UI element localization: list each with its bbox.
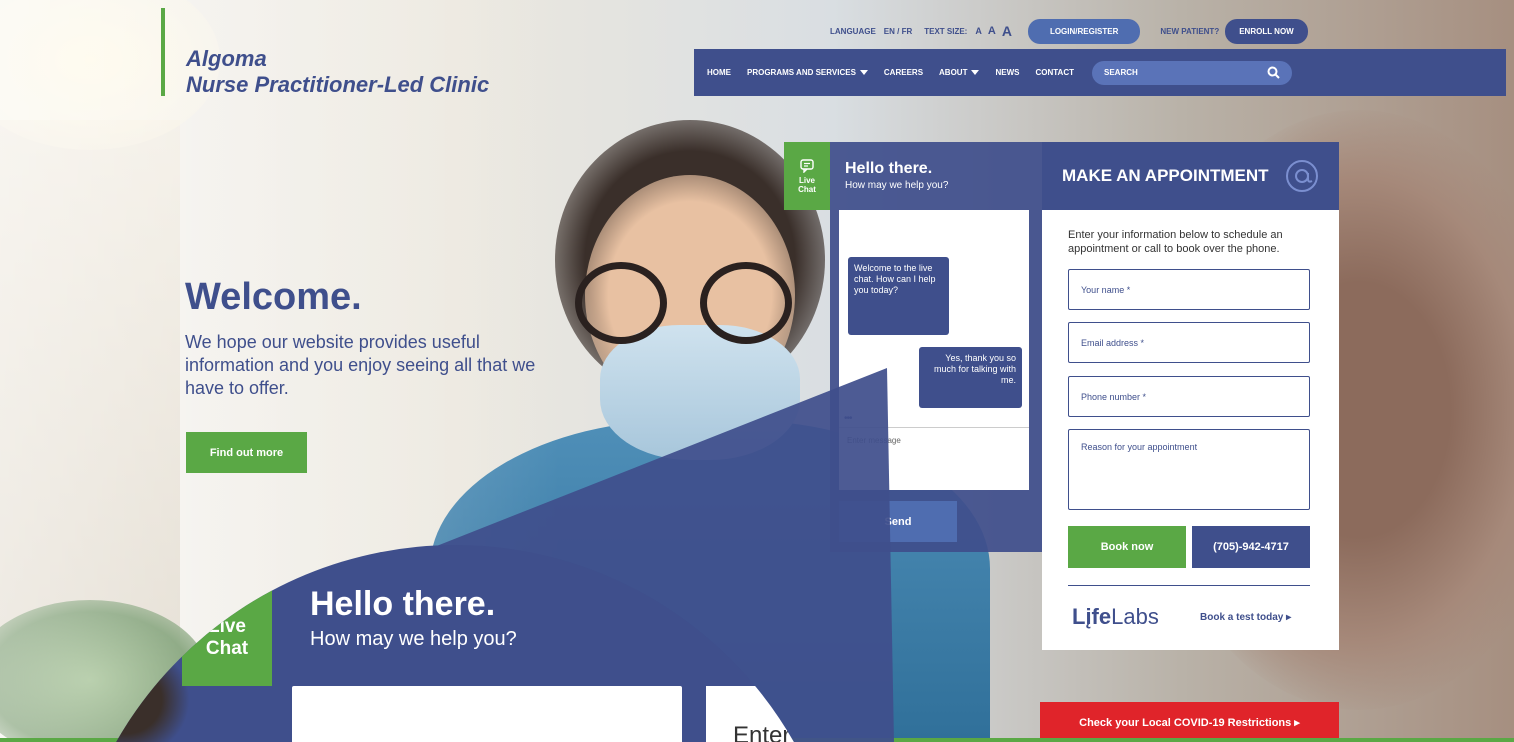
login-register-button[interactable]: LOGIN/REGISTER (1027, 18, 1141, 44)
name-field[interactable] (1068, 269, 1310, 310)
appointment-form: Enter your information below to schedule… (1042, 210, 1339, 650)
welcome-text: We hope our website provides useful info… (185, 332, 536, 398)
welcome-title: Welcome. (185, 276, 362, 318)
live-chat-tab-line1: Live (798, 175, 815, 185)
book-test-link[interactable]: Book a test today ▸ (1200, 612, 1291, 623)
chat-message-input[interactable]: Enter message (839, 427, 1029, 490)
utility-bar: LANGUAGE EN / FR TEXT SIZE: A A A LOGIN/… (830, 16, 1308, 46)
lifelabs-logo-prefix: Lįfe (1072, 604, 1112, 629)
nav-programs[interactable]: PROGRAMS AND SERVICES (747, 68, 868, 77)
chat-message-outgoing: Yes, thank you so much for talking with … (919, 347, 1022, 408)
chevron-down-icon (859, 70, 868, 75)
lifelabs-logo[interactable]: LįfeLabs (1072, 604, 1159, 630)
chat-header: Hello there. How may we help you? (845, 160, 948, 191)
chevron-down-icon (971, 70, 980, 75)
nav-careers[interactable]: CAREERS (884, 68, 923, 77)
text-size-label: TEXT SIZE: (924, 26, 968, 36)
chat-bubble-icon (800, 158, 814, 173)
search-icon[interactable] (1267, 66, 1280, 79)
site-logo[interactable]: Algoma Nurse Practitioner-Led Clinic (186, 46, 489, 98)
chat-send-button[interactable]: Send (839, 501, 957, 542)
reason-field[interactable] (1068, 429, 1310, 510)
language-label: LANGUAGE (830, 26, 876, 36)
nav-about-label: ABOUT (939, 68, 968, 77)
chat-subtitle: How may we help you? (845, 180, 949, 191)
live-chat-tab[interactable]: Live Chat (784, 142, 830, 210)
search-input[interactable] (1104, 68, 1254, 77)
nav-about[interactable]: ABOUT (939, 68, 980, 77)
logo-line-1: Algoma (186, 46, 267, 71)
appointment-intro: Enter your information below to schedule… (1068, 229, 1283, 255)
appointment-header: MAKE AN APPOINTMENT (1042, 142, 1339, 210)
nav-contact[interactable]: CONTACT (1035, 68, 1074, 77)
lifelabs-logo-suffix: Labs (1111, 604, 1159, 629)
chat-messages: Welcome to the live chat. How can I help… (839, 210, 1029, 490)
main-nav: HOME PROGRAMS AND SERVICES CAREERS ABOUT… (694, 49, 1506, 96)
search-box (1092, 60, 1292, 85)
language-switch[interactable]: EN / FR (884, 27, 912, 36)
phone-field[interactable] (1068, 376, 1310, 417)
appointment-title: MAKE AN APPOINTMENT (1062, 166, 1269, 185)
nav-news[interactable]: NEWS (995, 68, 1019, 77)
find-out-more-button[interactable]: Find out more (186, 432, 307, 473)
text-size-small[interactable]: A (975, 26, 982, 36)
email-field[interactable] (1068, 322, 1310, 363)
nav-home[interactable]: HOME (707, 68, 731, 77)
live-chat-tab-line2: Chat (798, 184, 816, 194)
covid-restrictions-button[interactable]: Check your Local COVID-19 Restrictions ▸ (1040, 702, 1339, 742)
chat-message-incoming: Welcome to the live chat. How can I help… (848, 257, 949, 335)
text-size-large[interactable]: A (1002, 23, 1012, 39)
book-now-button[interactable]: Book now (1068, 526, 1186, 568)
nav-programs-label: PROGRAMS AND SERVICES (747, 68, 856, 77)
logo-line-2: Nurse Practitioner-Led Clinic (186, 72, 490, 97)
chat-title: Hello there. (845, 160, 933, 177)
call-phone-button[interactable]: (705)-942-4717 (1192, 526, 1310, 568)
at-sign-icon (1286, 160, 1318, 192)
divider (1068, 585, 1310, 586)
new-patient-label: NEW PATIENT? (1160, 26, 1220, 36)
text-size-medium[interactable]: A (988, 25, 996, 37)
logo-accent-bar (161, 8, 165, 96)
enroll-now-button[interactable]: ENROLL NOW (1225, 18, 1308, 44)
typing-indicator: ••• (844, 413, 852, 424)
footer-accent-line (0, 738, 1514, 742)
